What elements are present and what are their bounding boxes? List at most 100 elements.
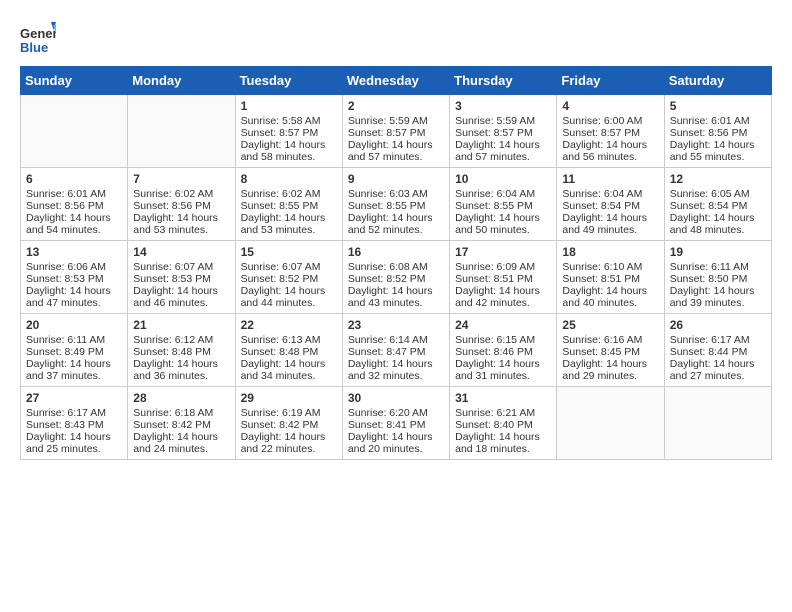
cell-info-line: Sunset: 8:57 PM: [455, 127, 551, 139]
cell-info-line: Sunrise: 6:17 AM: [26, 407, 122, 419]
cell-info-line: Sunset: 8:43 PM: [26, 419, 122, 431]
cell-info-line: Sunset: 8:51 PM: [455, 273, 551, 285]
cell-info-line: Daylight: 14 hours and 48 minutes.: [670, 212, 766, 236]
cell-info-line: Daylight: 14 hours and 34 minutes.: [241, 358, 337, 382]
logo: General Blue: [20, 20, 56, 56]
cell-day-number: 6: [26, 172, 122, 186]
calendar-cell: 14Sunrise: 6:07 AMSunset: 8:53 PMDayligh…: [128, 241, 235, 314]
cell-day-number: 14: [133, 245, 229, 259]
calendar-cell: 7Sunrise: 6:02 AMSunset: 8:56 PMDaylight…: [128, 168, 235, 241]
cell-info-line: Sunrise: 6:04 AM: [562, 188, 658, 200]
cell-info-line: Daylight: 14 hours and 56 minutes.: [562, 139, 658, 163]
cell-day-number: 8: [241, 172, 337, 186]
cell-info-line: Daylight: 14 hours and 53 minutes.: [241, 212, 337, 236]
cell-info-line: Sunrise: 6:21 AM: [455, 407, 551, 419]
cell-day-number: 4: [562, 99, 658, 113]
calendar-cell: 21Sunrise: 6:12 AMSunset: 8:48 PMDayligh…: [128, 314, 235, 387]
weekday-header-friday: Friday: [557, 67, 664, 95]
cell-info-line: Sunset: 8:41 PM: [348, 419, 444, 431]
week-row-4: 20Sunrise: 6:11 AMSunset: 8:49 PMDayligh…: [21, 314, 772, 387]
cell-info-line: Sunrise: 6:14 AM: [348, 334, 444, 346]
calendar-cell: 15Sunrise: 6:07 AMSunset: 8:52 PMDayligh…: [235, 241, 342, 314]
cell-info-line: Sunrise: 5:58 AM: [241, 115, 337, 127]
cell-info-line: Sunset: 8:40 PM: [455, 419, 551, 431]
cell-info-line: Daylight: 14 hours and 44 minutes.: [241, 285, 337, 309]
svg-text:General: General: [20, 26, 56, 41]
cell-day-number: 18: [562, 245, 658, 259]
calendar-cell: 1Sunrise: 5:58 AMSunset: 8:57 PMDaylight…: [235, 95, 342, 168]
cell-info-line: Sunrise: 6:17 AM: [670, 334, 766, 346]
cell-info-line: Sunset: 8:55 PM: [455, 200, 551, 212]
cell-info-line: Daylight: 14 hours and 31 minutes.: [455, 358, 551, 382]
cell-info-line: Sunrise: 6:12 AM: [133, 334, 229, 346]
cell-day-number: 20: [26, 318, 122, 332]
calendar-cell: 8Sunrise: 6:02 AMSunset: 8:55 PMDaylight…: [235, 168, 342, 241]
cell-info-line: Daylight: 14 hours and 20 minutes.: [348, 431, 444, 455]
cell-info-line: Daylight: 14 hours and 57 minutes.: [455, 139, 551, 163]
calendar-cell: 19Sunrise: 6:11 AMSunset: 8:50 PMDayligh…: [664, 241, 771, 314]
calendar-table: SundayMondayTuesdayWednesdayThursdayFrid…: [20, 66, 772, 460]
calendar-cell: 18Sunrise: 6:10 AMSunset: 8:51 PMDayligh…: [557, 241, 664, 314]
cell-day-number: 28: [133, 391, 229, 405]
cell-info-line: Daylight: 14 hours and 36 minutes.: [133, 358, 229, 382]
cell-info-line: Sunset: 8:56 PM: [26, 200, 122, 212]
cell-info-line: Sunrise: 6:02 AM: [133, 188, 229, 200]
cell-info-line: Sunrise: 6:19 AM: [241, 407, 337, 419]
cell-day-number: 10: [455, 172, 551, 186]
calendar-cell: 23 Sunrise: 6:14 AMSunset: 8:47 PMDayligh…: [342, 314, 449, 387]
cell-info-line: Daylight: 14 hours and 22 minutes.: [241, 431, 337, 455]
cell-info-line: Daylight: 14 hours and 18 minutes.: [455, 431, 551, 455]
cell-info-line: Sunrise: 6:11 AM: [26, 334, 122, 346]
calendar-cell: [128, 95, 235, 168]
cell-info-line: Sunrise: 6:07 AM: [133, 261, 229, 273]
cell-day-number: 24: [455, 318, 551, 332]
cell-info-line: Daylight: 14 hours and 29 minutes.: [562, 358, 658, 382]
calendar-cell: 3Sunrise: 5:59 AMSunset: 8:57 PMDaylight…: [450, 95, 557, 168]
calendar-cell: 17Sunrise: 6:09 AMSunset: 8:51 PMDayligh…: [450, 241, 557, 314]
cell-info-line: Daylight: 14 hours and 50 minutes.: [455, 212, 551, 236]
cell-info-line: Sunset: 8:57 PM: [241, 127, 337, 139]
cell-info-line: Daylight: 14 hours and 54 minutes.: [26, 212, 122, 236]
cell-info-line: Sunset: 8:54 PM: [562, 200, 658, 212]
calendar-cell: 26Sunrise: 6:17 AMSunset: 8:44 PMDayligh…: [664, 314, 771, 387]
cell-info-line: Sunset: 8:47 PM: [348, 346, 444, 358]
cell-info-line: Sunset: 8:52 PM: [348, 273, 444, 285]
cell-info-line: Sunrise: 6:13 AM: [241, 334, 337, 346]
cell-info-line: Sunset: 8:50 PM: [670, 273, 766, 285]
calendar-cell: [21, 95, 128, 168]
cell-info-line: Sunset: 8:57 PM: [562, 127, 658, 139]
calendar-cell: 10 Sunrise: 6:04 AMSunset: 8:55 PMDayligh…: [450, 168, 557, 241]
svg-text:Blue: Blue: [20, 40, 48, 55]
cell-day-number: 13: [26, 245, 122, 259]
calendar-cell: 30Sunrise: 6:20 AMSunset: 8:41 PMDayligh…: [342, 387, 449, 460]
cell-day-number: 15: [241, 245, 337, 259]
cell-info-line: Sunset: 8:42 PM: [133, 419, 229, 431]
cell-info-line: Daylight: 14 hours and 37 minutes.: [26, 358, 122, 382]
cell-info-line: Sunset: 8:42 PM: [241, 419, 337, 431]
calendar-cell: 4Sunrise: 6:00 AMSunset: 8:57 PMDaylight…: [557, 95, 664, 168]
cell-info-line: Sunset: 8:48 PM: [241, 346, 337, 358]
calendar-cell: 13Sunrise: 6:06 AMSunset: 8:53 PMDayligh…: [21, 241, 128, 314]
calendar-cell: 22 Sunrise: 6:13 AMSunset: 8:48 PMDayligh…: [235, 314, 342, 387]
cell-info-line: Daylight: 14 hours and 25 minutes.: [26, 431, 122, 455]
calendar-cell: 27Sunrise: 6:17 AMSunset: 8:43 PMDayligh…: [21, 387, 128, 460]
cell-info-line: Sunset: 8:53 PM: [26, 273, 122, 285]
cell-info-line: Sunrise: 6:04 AM: [455, 188, 551, 200]
calendar-cell: 12Sunrise: 6:05 AMSunset: 8:54 PMDayligh…: [664, 168, 771, 241]
cell-info-line: Sunset: 8:44 PM: [670, 346, 766, 358]
cell-info-line: Sunrise: 6:03 AM: [348, 188, 444, 200]
calendar-cell: [664, 387, 771, 460]
cell-day-number: 19: [670, 245, 766, 259]
cell-day-number: 23: [348, 318, 444, 332]
cell-info-line: Daylight: 14 hours and 57 minutes.: [348, 139, 444, 163]
calendar-cell: 16Sunrise: 6:08 AMSunset: 8:52 PMDayligh…: [342, 241, 449, 314]
cell-info-line: Daylight: 14 hours and 32 minutes.: [348, 358, 444, 382]
cell-info-line: Sunrise: 6:15 AM: [455, 334, 551, 346]
cell-info-line: Sunrise: 5:59 AM: [348, 115, 444, 127]
week-row-3: 13Sunrise: 6:06 AMSunset: 8:53 PMDayligh…: [21, 241, 772, 314]
cell-day-number: 3: [455, 99, 551, 113]
cell-day-number: 22: [241, 318, 337, 332]
calendar-cell: 25Sunrise: 6:16 AMSunset: 8:45 PMDayligh…: [557, 314, 664, 387]
weekday-header-monday: Monday: [128, 67, 235, 95]
calendar-cell: 6Sunrise: 6:01 AMSunset: 8:56 PMDaylight…: [21, 168, 128, 241]
